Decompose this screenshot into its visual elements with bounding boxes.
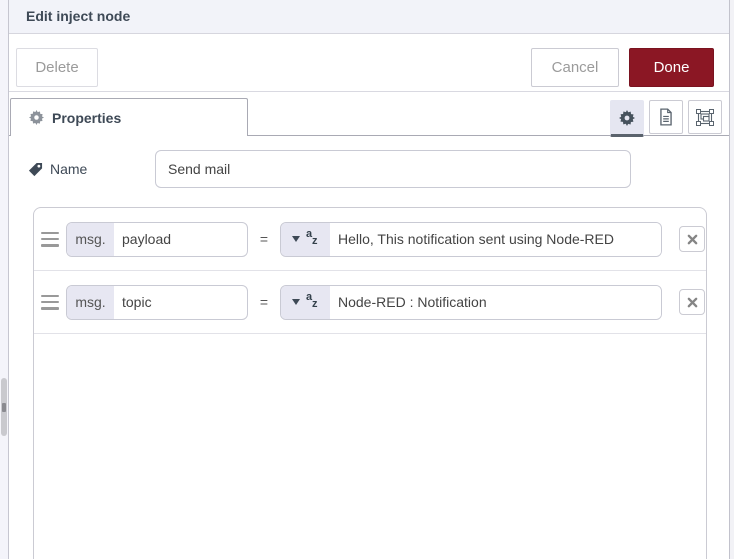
equals-sign: = [259, 294, 269, 310]
name-label: Name [28, 150, 87, 188]
tab-bar: Properties [9, 98, 729, 137]
dialog-title: Edit inject node [26, 8, 131, 24]
caret-down-icon [292, 236, 300, 242]
caret-down-icon [292, 299, 300, 305]
cancel-button[interactable]: Cancel [531, 48, 619, 87]
tray-resize-handle[interactable] [0, 0, 9, 559]
appearance-view-button[interactable] [688, 100, 722, 134]
tag-icon [28, 162, 43, 177]
gear-icon [619, 109, 635, 126]
window-right-edge [729, 0, 734, 559]
msg-key-value: payload [122, 231, 172, 247]
equals-sign: = [259, 231, 269, 247]
document-icon [658, 108, 674, 126]
type-select-button[interactable]: az [281, 285, 330, 319]
editor-view-buttons [610, 100, 722, 137]
remove-row-button[interactable] [679, 226, 705, 252]
name-label-text: Name [50, 161, 88, 177]
edit-inject-node-dialog: Edit inject node Delete Cancel Done Prop… [0, 0, 734, 559]
properties-view-button[interactable] [610, 100, 644, 137]
name-field-row: Name [9, 150, 729, 188]
topic-value-input[interactable] [330, 285, 661, 319]
msg-key-field[interactable]: msg. topic [66, 284, 248, 320]
group-selection-icon [696, 108, 714, 126]
typed-input: az [280, 284, 662, 320]
msg-prefix: msg. [67, 285, 114, 319]
delete-button[interactable]: Delete [16, 48, 98, 87]
prop-row-topic: msg. topic = az [34, 271, 706, 334]
dialog-header: Edit inject node [9, 0, 729, 34]
string-type-icon: az [306, 228, 318, 247]
gear-icon [29, 110, 44, 125]
name-input[interactable] [155, 150, 631, 188]
dialog-main: Edit inject node Delete Cancel Done Prop… [9, 0, 729, 559]
prop-row-payload: msg. payload = az [34, 208, 706, 271]
msg-key-field[interactable]: msg. payload [66, 221, 248, 257]
tab-properties-label: Properties [52, 109, 122, 126]
type-select-button[interactable]: az [281, 222, 330, 256]
msg-prefix: msg. [67, 222, 114, 256]
remove-row-button[interactable] [679, 289, 705, 315]
msg-key-value: topic [122, 294, 152, 310]
close-icon [687, 297, 698, 308]
tab-properties[interactable]: Properties [10, 98, 248, 136]
drag-handle-icon[interactable] [41, 231, 59, 247]
drag-handle-icon[interactable] [41, 294, 59, 310]
tray-resize-grip-icon[interactable] [1, 378, 7, 436]
typed-input: az [280, 221, 662, 257]
payload-value-input[interactable] [330, 222, 661, 256]
inject-props-list: msg. payload = az Hello, This notificati… [33, 207, 707, 559]
done-button[interactable]: Done [629, 48, 714, 87]
string-type-icon: az [306, 291, 318, 310]
description-view-button[interactable] [649, 100, 683, 134]
close-icon [687, 234, 698, 245]
dialog-toolbar: Delete Cancel Done [9, 34, 729, 92]
